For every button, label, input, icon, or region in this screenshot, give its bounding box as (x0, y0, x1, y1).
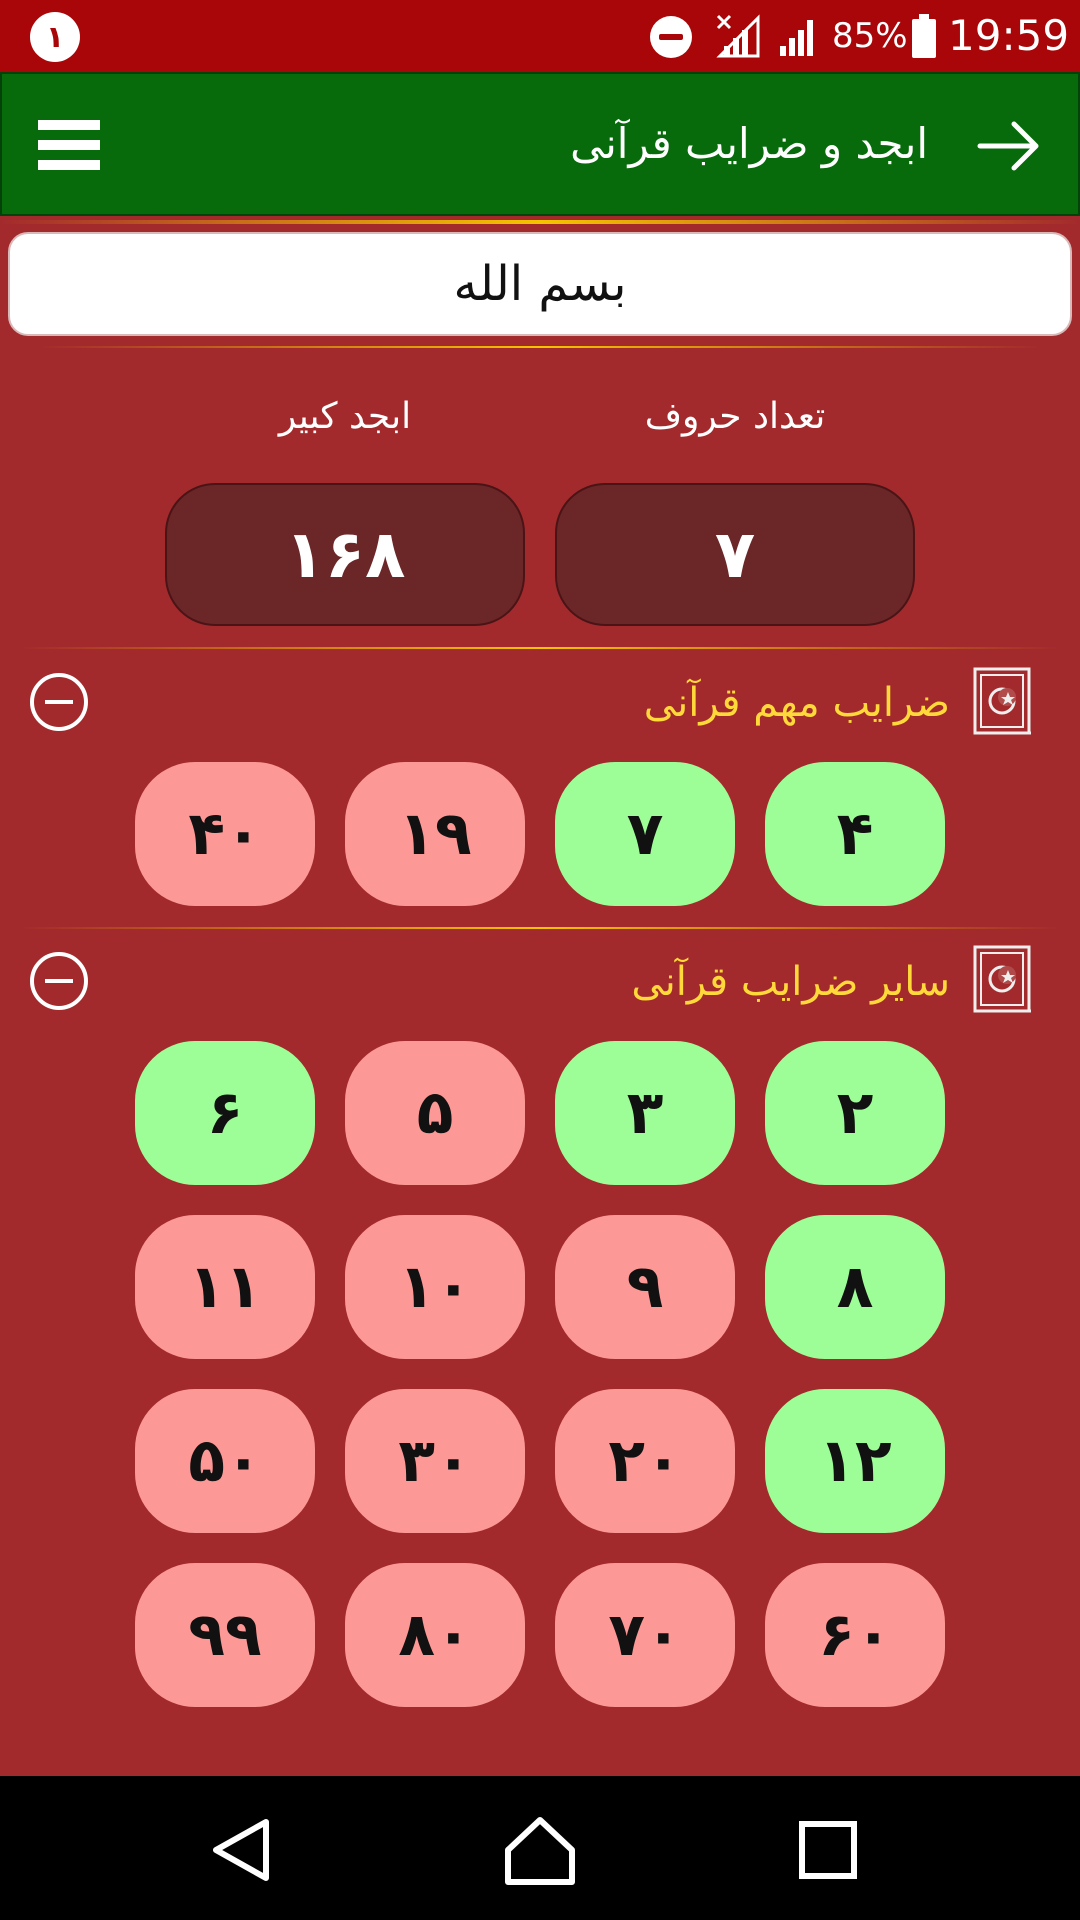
coefficient-button[interactable]: ۵ (345, 1041, 525, 1185)
coefficient-button[interactable]: ٩٩ (135, 1563, 315, 1707)
coefficient-button[interactable]: ٧ (555, 762, 735, 906)
coefficient-button[interactable]: ٢ (765, 1041, 945, 1185)
divider (40, 346, 1040, 348)
signal-icon (780, 20, 813, 56)
recents-square-icon[interactable] (788, 1810, 868, 1890)
divider (20, 927, 1060, 929)
phrase-input[interactable] (10, 234, 1070, 334)
coefficient-button[interactable]: ١٠ (345, 1215, 525, 1359)
coefficient-button[interactable]: ۵٠ (135, 1389, 315, 1533)
coefficient-button[interactable]: ١١ (135, 1215, 315, 1359)
status-bar: ١ 85% 19:59 (0, 0, 1080, 72)
battery-icon (912, 14, 936, 58)
section-title-important: ضرایب مهم قرآنی (643, 680, 950, 726)
coefficient-button[interactable]: ٩ (555, 1215, 735, 1359)
app-bar: ابجد و ضرایب قرآنی (0, 72, 1080, 216)
coefficient-button[interactable]: ۶٠ (765, 1563, 945, 1707)
back-triangle-icon[interactable] (200, 1810, 280, 1890)
coefficient-button[interactable]: ۴ (765, 762, 945, 906)
minus-circle-icon[interactable] (30, 673, 88, 731)
coefficient-button[interactable]: ٧٠ (555, 1563, 735, 1707)
home-icon[interactable] (500, 1810, 580, 1890)
notification-badge: ١ (30, 12, 80, 62)
clock: 19:59 (948, 11, 1070, 60)
divider (0, 220, 1080, 224)
hamburger-menu-icon[interactable] (38, 120, 100, 170)
coefficient-button[interactable]: ٣٠ (345, 1389, 525, 1533)
abjad-label: ابجد کبیر (278, 396, 412, 437)
section-title-other: سایر ضرایب قرآنی (631, 959, 950, 1005)
signal-no-data-icon (716, 14, 760, 58)
coefficient-button[interactable]: ٨ (765, 1215, 945, 1359)
coefficient-button[interactable]: ۶ (135, 1041, 315, 1185)
quran-book-icon (973, 945, 1031, 1013)
navigation-bar (0, 1776, 1080, 1920)
text-input-container (8, 232, 1072, 336)
minus-circle-icon[interactable] (30, 952, 88, 1010)
coefficient-button[interactable]: ٢٠ (555, 1389, 735, 1533)
quran-book-icon (973, 667, 1031, 735)
coefficient-button[interactable]: ۴٠ (135, 762, 315, 906)
battery-percent: 85% (832, 16, 908, 56)
coefficient-button[interactable]: ٨٠ (345, 1563, 525, 1707)
do-not-disturb-icon (650, 16, 692, 58)
app-title: ابجد و ضرایب قرآنی (570, 119, 928, 168)
coefficient-button[interactable]: ٣ (555, 1041, 735, 1185)
divider (20, 647, 1060, 649)
letter-count-value: ٧ (555, 483, 915, 626)
arrow-right-icon[interactable] (976, 120, 1042, 172)
coefficient-button[interactable]: ١٩ (345, 762, 525, 906)
coefficient-button[interactable]: ١٢ (765, 1389, 945, 1533)
letter-count-label: تعداد حروف (644, 396, 826, 437)
abjad-value: ١۶٨ (165, 483, 525, 626)
